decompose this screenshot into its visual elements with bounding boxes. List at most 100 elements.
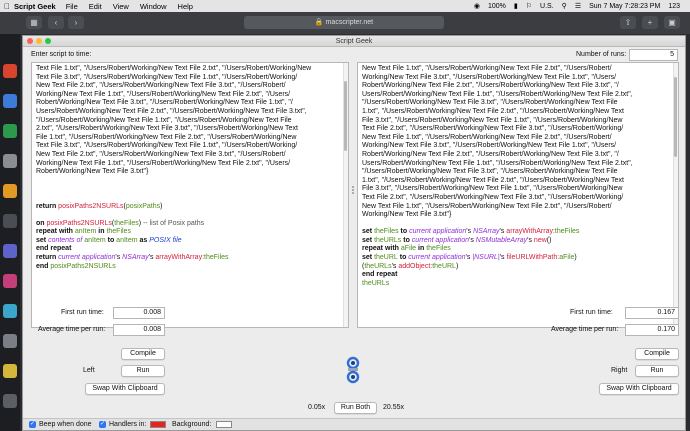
dock-app-icon[interactable]	[3, 364, 17, 378]
background-label: Background:	[172, 421, 212, 428]
right-code-line: Working/New Text File 3.txt"}	[362, 211, 672, 220]
right-avg-value: 0.170	[625, 324, 679, 336]
right-script-code[interactable]: New Text File 1.txt", "/Users/Robert/Wor…	[362, 65, 672, 288]
url-text: macscripter.net	[325, 19, 374, 26]
code-token: |NSURL|	[472, 254, 500, 262]
minimize-icon[interactable]	[36, 38, 42, 44]
menu-edit[interactable]: Edit	[89, 2, 102, 11]
right-scrollbar[interactable]	[673, 63, 678, 327]
code-token: Robert/Working/New Text File 3.txt"}	[36, 168, 149, 176]
code-token: POSIX file	[149, 236, 182, 244]
code-token: set	[362, 236, 375, 244]
right-run-button[interactable]: Run	[635, 365, 679, 377]
handler-color-swatch[interactable]	[150, 421, 166, 428]
menu-extra[interactable]: 123	[668, 3, 680, 10]
right-swap-clipboard-button[interactable]: Swap With Clipboard	[599, 383, 679, 395]
sidebar-toggle-icon[interactable]: ▦	[26, 16, 42, 29]
left-avg-label: Average time per run:	[38, 326, 106, 333]
code-token: set	[362, 228, 375, 236]
dock	[0, 34, 20, 431]
dock-app-icon[interactable]	[3, 394, 17, 408]
left-swap-clipboard-button[interactable]: Swap With Clipboard	[85, 383, 165, 395]
left-code-line: return posixPaths2NSURLs(posixPaths)	[36, 203, 342, 212]
code-token: Text File 2.txt", "/Users/Robert/Working…	[362, 193, 624, 201]
divider-handle-icon[interactable]	[352, 186, 354, 195]
apple-icon[interactable]: 	[0, 2, 14, 11]
code-token: )	[160, 202, 163, 210]
forward-icon[interactable]: ›	[68, 16, 84, 29]
dock-app-icon[interactable]	[3, 124, 17, 138]
dock-app-icon[interactable]	[3, 94, 17, 108]
battery-percent[interactable]: 100%	[488, 3, 506, 10]
right-code-line	[362, 220, 672, 229]
dock-app-icon[interactable]	[3, 244, 17, 258]
right-code-line: repeat with aFile in theFiles	[362, 245, 672, 254]
right-code-line: Text File 2.txt", "/Users/Robert/Working…	[362, 194, 672, 203]
left-code-line	[36, 185, 342, 194]
dock-app-icon[interactable]	[3, 64, 17, 78]
dock-app-icon[interactable]	[3, 214, 17, 228]
code-token: "/Users/Robert/Working/New Text File 1.t…	[36, 116, 292, 124]
code-token: aFile	[559, 254, 575, 262]
control-center-icon[interactable]: ☰	[575, 2, 581, 10]
code-token: Text File 3.txt", "/Users/Robert/Working…	[36, 73, 298, 81]
menu-window[interactable]: Window	[140, 2, 167, 11]
right-code-line: 1.txt", "/Users/Robert/Working/New Text …	[362, 177, 672, 186]
battery-icon[interactable]: ▮	[514, 2, 518, 10]
search-icon[interactable]: ⚲	[562, 2, 567, 10]
menu-file[interactable]: File	[66, 2, 78, 11]
left-script-editor[interactable]: Text File 1.txt", "/Users/Robert/Working…	[31, 62, 349, 328]
handlers-label: Handlers in:	[109, 421, 147, 428]
pane-divider[interactable]	[349, 62, 357, 328]
left-script-code[interactable]: Text File 1.txt", "/Users/Robert/Working…	[36, 65, 342, 271]
dock-app-icon[interactable]	[3, 184, 17, 198]
code-token: end	[36, 262, 51, 270]
close-icon[interactable]	[27, 38, 33, 44]
left-scroll-thumb[interactable]	[344, 81, 347, 151]
right-code-line: File 3.txt", "/Users/Robert/Working/New …	[362, 117, 672, 126]
run-both-button[interactable]: Run Both	[334, 402, 377, 414]
menu-clock[interactable]: Sun 7 May 7:28:23 PM	[589, 3, 660, 10]
code-token: posixPaths2NSURLs	[50, 262, 116, 270]
left-code-line: on posixPaths2NSURLs(theFiles) -- list o…	[36, 220, 342, 229]
code-token: theURLs	[364, 262, 392, 270]
code-token: return	[36, 202, 59, 210]
left-run-button[interactable]: Run	[121, 365, 165, 377]
script-geek-window: Script Geek Enter script to time: Number…	[22, 35, 686, 431]
menu-status-area: ◉ 100% ▮ ⚐ U.S. ⚲ ☰ Sun 7 May 7:28:23 PM…	[474, 2, 690, 11]
background-color-swatch[interactable]	[216, 421, 232, 428]
back-icon[interactable]: ‹	[48, 16, 64, 29]
handlers-checkbox[interactable]: ✓	[99, 421, 106, 428]
left-code-line: Text File 1.txt", "/Users/Robert/Working…	[36, 65, 342, 74]
new-tab-icon[interactable]: +	[642, 16, 658, 29]
runs-input[interactable]: 5	[629, 49, 678, 61]
dock-app-icon[interactable]	[3, 304, 17, 318]
code-token: contents of	[48, 236, 85, 244]
code-token: new	[533, 236, 547, 244]
input-source[interactable]: U.S.	[540, 3, 554, 10]
menu-help[interactable]: Help	[178, 2, 193, 11]
left-compile-button[interactable]: Compile	[121, 348, 165, 360]
right-script-editor[interactable]: New Text File 1.txt", "/Users/Robert/Wor…	[357, 62, 679, 328]
right-code-line: Text File 2.txt", "/Users/Robert/Working…	[362, 125, 672, 134]
code-token: theFiles	[114, 219, 139, 227]
beep-checkbox[interactable]: ✓	[29, 421, 36, 428]
menu-view[interactable]: View	[113, 2, 129, 11]
right-compile-button[interactable]: Compile	[635, 348, 679, 360]
left-scrollbar[interactable]	[343, 63, 348, 327]
zoom-icon[interactable]	[45, 38, 51, 44]
flag-icon[interactable]: ⚐	[526, 2, 532, 10]
share-icon[interactable]: ⇧	[620, 16, 636, 29]
menu-app-name[interactable]: Script Geek	[14, 2, 56, 11]
dock-app-icon[interactable]	[3, 274, 17, 288]
code-token: anItem	[74, 228, 97, 236]
right-scroll-thumb[interactable]	[674, 77, 677, 157]
dock-app-icon[interactable]	[3, 154, 17, 168]
tabs-overview-icon[interactable]: ▣	[664, 16, 680, 29]
left-code-line	[36, 177, 342, 186]
wifi-icon[interactable]: ◉	[474, 2, 480, 10]
code-token: set	[36, 236, 49, 244]
dock-app-icon[interactable]	[3, 334, 17, 348]
url-bar[interactable]: 🔒 macscripter.net	[244, 16, 444, 29]
beep-label: Beep when done	[39, 421, 92, 428]
